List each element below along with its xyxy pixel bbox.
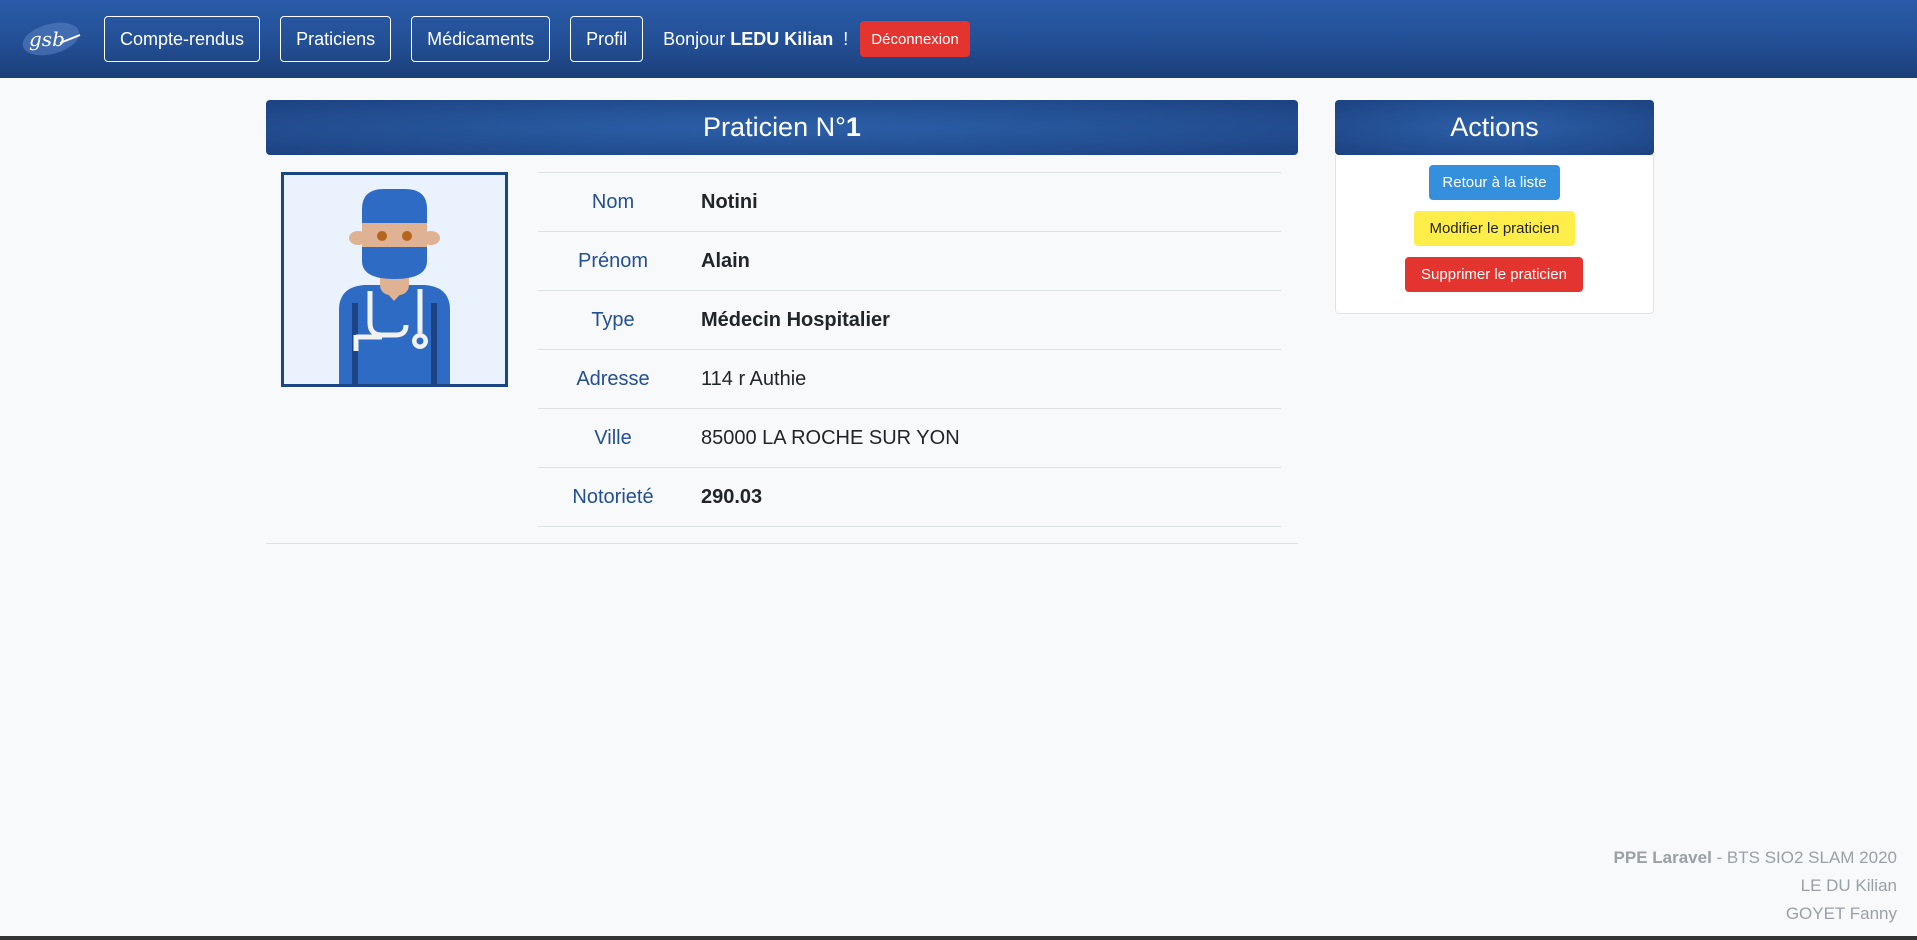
practitioner-info-table: Nom Notini Prénom Alain Type Médecin Hos… bbox=[538, 172, 1281, 527]
delete-practitioner-button[interactable]: Supprimer le praticien bbox=[1405, 257, 1583, 292]
field-label-nom: Nom bbox=[591, 190, 635, 213]
user-greeting: Bonjour LEDU Kilian ! bbox=[663, 29, 848, 50]
field-value-prenom: Alain bbox=[701, 249, 750, 272]
footer-author-1: LE DU Kilian bbox=[1800, 876, 1897, 895]
table-row: Prénom Alain bbox=[538, 231, 1281, 291]
nav-praticiens[interactable]: Praticiens bbox=[280, 16, 392, 62]
field-value-adresse: 114 r Authie bbox=[701, 367, 807, 390]
user-name: LEDU Kilian bbox=[730, 28, 834, 49]
table-row: Notorieté 290.03 bbox=[538, 467, 1281, 527]
footer-subtitle: - BTS SIO2 SLAM 2020 bbox=[1711, 848, 1897, 867]
doctor-avatar-icon bbox=[281, 172, 508, 387]
field-value-type: Médecin Hospitalier bbox=[701, 308, 890, 331]
title-prefix: Praticien N° bbox=[703, 112, 846, 142]
gsb-logo[interactable]: gsb bbox=[20, 19, 82, 59]
field-label-ville: Ville bbox=[594, 426, 632, 449]
nav-profil[interactable]: Profil bbox=[570, 16, 644, 62]
nav-compte-rendus[interactable]: Compte-rendus bbox=[104, 16, 261, 62]
card-divider bbox=[266, 543, 1298, 544]
field-value-ville: 85000 LA ROCHE SUR YON bbox=[701, 426, 960, 449]
greeting-suffix: ! bbox=[843, 28, 849, 49]
nav-medicaments[interactable]: Médicaments bbox=[411, 16, 551, 62]
field-label-type: Type bbox=[591, 308, 635, 331]
window-bottom-edge bbox=[0, 936, 1917, 940]
back-to-list-button[interactable]: Retour à la liste bbox=[1429, 165, 1560, 200]
field-label-notoriete: Notorieté bbox=[572, 485, 654, 508]
table-row: Type Médecin Hospitalier bbox=[538, 290, 1281, 350]
edit-practitioner-button[interactable]: Modifier le praticien bbox=[1414, 211, 1575, 246]
table-row: Adresse 114 r Authie bbox=[538, 349, 1281, 409]
field-value-nom: Notini bbox=[701, 190, 758, 213]
navbar: gsb Compte-rendus Praticiens Médicaments… bbox=[0, 0, 1917, 78]
practitioner-number: 1 bbox=[845, 112, 861, 142]
practitioner-title: Praticien N° 1 bbox=[266, 100, 1298, 155]
actions-title: Actions bbox=[1335, 100, 1654, 155]
field-value-notoriete: 290.03 bbox=[701, 485, 763, 508]
footer: PPE Laravel - BTS SIO2 SLAM 2020 LE DU K… bbox=[1614, 844, 1897, 928]
footer-project: PPE Laravel bbox=[1613, 848, 1712, 867]
logout-button[interactable]: Déconnexion bbox=[860, 21, 970, 57]
footer-author-2: GOYET Fanny bbox=[1785, 904, 1897, 923]
footer-project-line: PPE Laravel - BTS SIO2 SLAM 2020 bbox=[1614, 844, 1897, 872]
field-label-adresse: Adresse bbox=[576, 367, 650, 390]
field-label-prenom: Prénom bbox=[577, 249, 649, 272]
svg-text:gsb: gsb bbox=[29, 27, 65, 51]
table-row: Nom Notini bbox=[538, 172, 1281, 232]
table-row: Ville 85000 LA ROCHE SUR YON bbox=[538, 408, 1281, 468]
greeting-prefix: Bonjour bbox=[663, 28, 726, 49]
